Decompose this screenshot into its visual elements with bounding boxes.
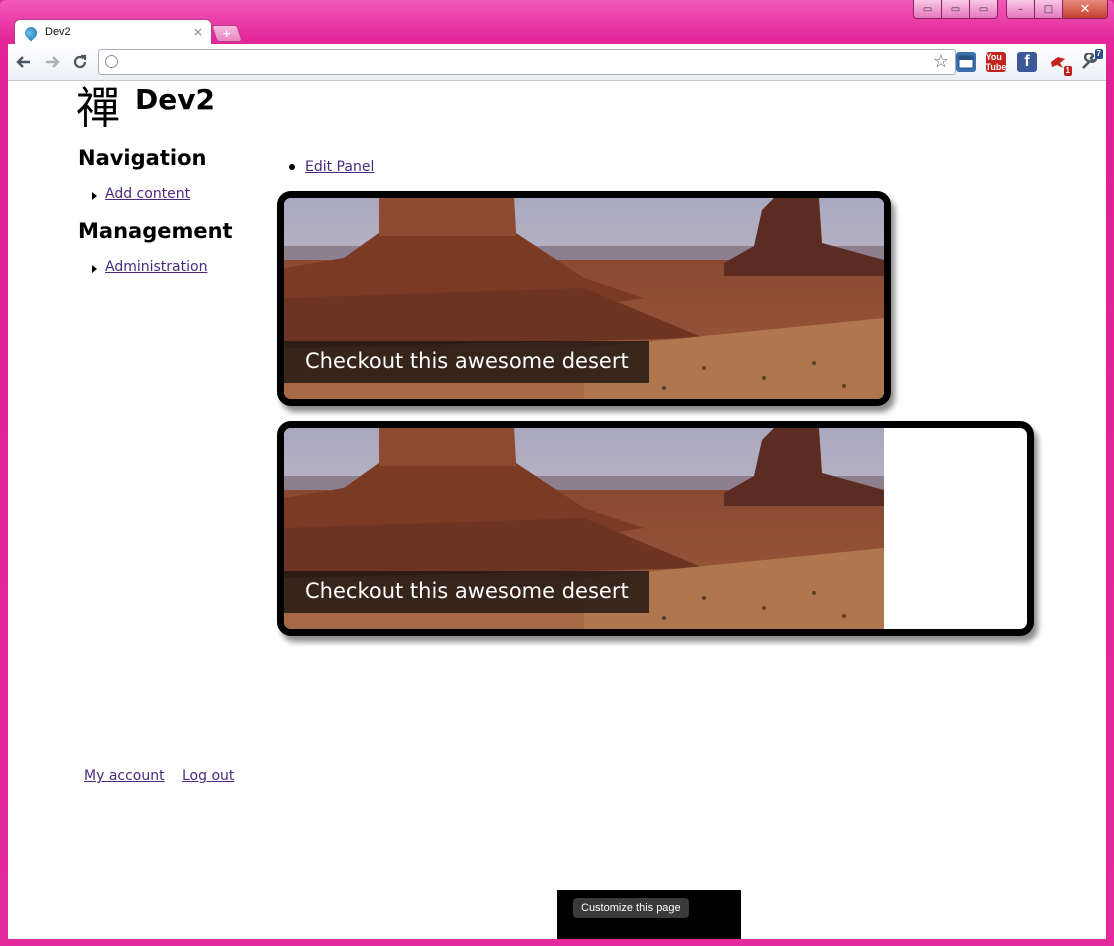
customize-page-button[interactable]: Customize this page	[573, 898, 689, 918]
reload-button[interactable]	[70, 52, 90, 72]
window-cascade-icon[interactable]: ▭	[942, 0, 970, 18]
extension-bird-icon[interactable]: 1	[1048, 52, 1072, 76]
page-viewport: 禪 Dev2 Navigation Add content Management…	[8, 81, 1106, 939]
extension-badge: 1	[1063, 66, 1072, 76]
panel-caption: Checkout this awesome desert	[284, 571, 649, 613]
navigation-title: Navigation	[78, 146, 207, 170]
browser-toolbar: ☆ You Tube f 1 7	[8, 44, 1106, 81]
add-content-link[interactable]: Add content	[105, 186, 190, 202]
browser-window: ▭ ▭ ▭ – □ ✕ Dev2 × + ☆ You Tube f 1 7 禪 …	[0, 0, 1114, 946]
arrow-left-icon	[16, 56, 30, 68]
list-bullet	[289, 164, 295, 170]
edit-panel-link[interactable]: Edit Panel	[305, 159, 374, 175]
bookmark-star-icon[interactable]: ☆	[933, 51, 949, 72]
my-account-link[interactable]: My account	[84, 768, 165, 784]
extra-window-buttons: ▭ ▭ ▭	[913, 0, 998, 19]
log-out-link[interactable]: Log out	[182, 768, 234, 784]
plus-icon: +	[222, 27, 232, 40]
forward-button[interactable]	[42, 52, 62, 72]
window-layout-icon[interactable]: ▭	[970, 0, 997, 18]
wrench-badge: 7	[1094, 49, 1103, 59]
tab-title: Dev2	[45, 26, 71, 38]
address-bar[interactable]: ☆	[98, 49, 956, 75]
management-title: Management	[78, 219, 233, 243]
wrench-icon[interactable]: 7	[1079, 49, 1103, 72]
globe-icon	[105, 55, 118, 68]
arrow-right-icon	[46, 56, 60, 68]
reload-icon	[73, 54, 87, 69]
bullet-triangle-icon	[92, 192, 97, 200]
administration-link[interactable]: Administration	[105, 259, 207, 275]
maximize-button[interactable]: □	[1035, 0, 1063, 18]
caption-buttons: – □ ✕	[1006, 0, 1108, 19]
drupal-favicon-icon	[22, 24, 40, 42]
site-name[interactable]: Dev2	[135, 83, 215, 116]
bullet-triangle-icon	[92, 265, 97, 273]
close-window-button[interactable]: ✕	[1063, 0, 1107, 18]
minimize-button[interactable]: –	[1007, 0, 1035, 18]
image-panel: Checkout this awesome desert	[277, 191, 891, 406]
browser-tab[interactable]: Dev2 ×	[14, 19, 212, 46]
image-panel: Checkout this awesome desert	[277, 421, 1034, 636]
window-controls: ▭ ▭ ▭ – □ ✕	[913, 0, 1108, 19]
panel-caption: Checkout this awesome desert	[284, 341, 649, 383]
window-tile-icon[interactable]: ▭	[914, 0, 942, 18]
window-icon[interactable]	[956, 52, 976, 72]
back-button[interactable]	[14, 52, 34, 72]
facebook-icon[interactable]: f	[1017, 52, 1037, 72]
customize-bar: Customize this page	[557, 890, 741, 939]
site-logo[interactable]: 禪	[76, 87, 120, 131]
new-tab-button[interactable]: +	[211, 25, 243, 42]
tab-close-icon[interactable]: ×	[193, 25, 203, 39]
youtube-icon[interactable]: You Tube	[986, 52, 1006, 72]
